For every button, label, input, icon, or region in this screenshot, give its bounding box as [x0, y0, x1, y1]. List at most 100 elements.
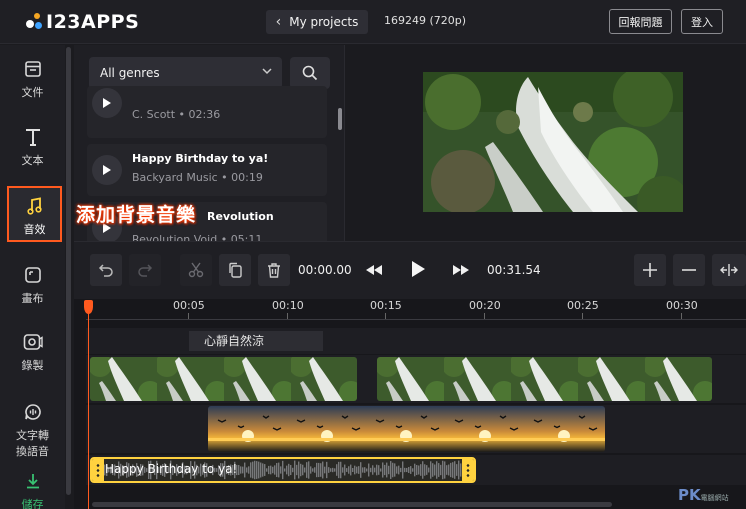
- waveform-bar: [382, 462, 384, 478]
- waveform-bar: [364, 467, 366, 473]
- playhead-handle[interactable]: [84, 300, 93, 314]
- fit-timeline-button[interactable]: [712, 254, 746, 286]
- play-track-button[interactable]: [92, 88, 122, 118]
- trim-handle-right[interactable]: [462, 459, 474, 481]
- waterfall-clip-2[interactable]: [377, 357, 712, 401]
- waveform-bar: [362, 467, 364, 473]
- play-button[interactable]: [406, 258, 430, 280]
- split-button[interactable]: [180, 254, 212, 286]
- waveform-bar: [284, 468, 286, 472]
- waveform-bar: [246, 467, 248, 473]
- scissors-icon: [188, 262, 204, 278]
- waveform-bar: [410, 466, 412, 474]
- app-logo[interactable]: I23APPS: [24, 10, 139, 34]
- sidebar-item-canvas[interactable]: 畫布: [0, 263, 65, 319]
- sidebar-item-audio[interactable]: 音效: [7, 186, 62, 242]
- music-note-icon: [23, 194, 47, 218]
- waveform-bar: [352, 467, 354, 473]
- waveform-bar: [380, 468, 382, 472]
- waveform-bar: [258, 461, 260, 479]
- waveform-bar: [340, 461, 342, 479]
- waveform-bar: [286, 465, 288, 475]
- waveform-bar: [404, 467, 406, 473]
- text-clip[interactable]: 心靜自然涼: [189, 331, 323, 351]
- waveform-bar: [368, 463, 370, 477]
- report-issue-button[interactable]: 回報問題: [609, 9, 672, 34]
- waveform-bar: [426, 465, 428, 475]
- ruler-label: 00:30: [666, 299, 698, 312]
- play-icon: [411, 261, 425, 277]
- waveform-bar: [304, 467, 306, 473]
- waveform-bar: [354, 465, 356, 475]
- waveform-bar: [400, 467, 402, 473]
- timeline-scrollbar[interactable]: [92, 502, 612, 507]
- zoom-in-button[interactable]: [634, 254, 666, 286]
- waveform-bar: [320, 463, 322, 477]
- waveform-bar: [324, 466, 326, 474]
- waveform-bar: [332, 467, 334, 473]
- sidebar-item-save[interactable]: 儲存: [0, 469, 65, 509]
- waveform-bar: [334, 468, 336, 472]
- waterfall-clip-1[interactable]: [90, 357, 357, 401]
- waveform-bar: [420, 464, 422, 476]
- waveform-bar: [406, 467, 408, 473]
- waveform-bar: [390, 461, 392, 479]
- waveform-bar: [282, 460, 284, 480]
- track-title: Happy Birthday to ya!: [132, 152, 269, 165]
- playhead-line: [88, 306, 89, 509]
- undo-button[interactable]: [90, 254, 122, 286]
- video-preview[interactable]: [423, 72, 683, 212]
- waveform-bar: [402, 461, 404, 479]
- ruler-label: 00:20: [469, 299, 501, 312]
- waveform-bar: [436, 461, 438, 479]
- top-bar: I23APPS ‹ My projects 169249 (720p) 回報問題…: [0, 0, 746, 44]
- waveform-bar: [296, 464, 298, 476]
- waveform-bar: [386, 462, 388, 478]
- waveform-bar: [270, 465, 272, 475]
- waveform-bar: [366, 468, 368, 472]
- waveform-bar: [280, 466, 282, 474]
- waveform-bar: [430, 461, 432, 479]
- track-list-scrollbar[interactable]: [338, 108, 342, 130]
- sidebar-item-files[interactable]: 文件: [0, 57, 65, 113]
- audio-clip[interactable]: Happy Birthday to ya!: [90, 457, 476, 483]
- my-projects-button[interactable]: ‹ My projects: [266, 10, 368, 34]
- sidebar-item-tts[interactable]: 文字轉 換語音: [0, 400, 65, 462]
- waveform-bar: [292, 467, 294, 473]
- waveform-bar: [336, 464, 338, 476]
- annotation-label: 添加背景音樂: [76, 204, 197, 226]
- ruler-line: [86, 319, 746, 320]
- waveform-bar: [384, 464, 386, 476]
- waveform-bar: [242, 466, 244, 474]
- rewind-button[interactable]: [362, 259, 386, 281]
- waveform-bar: [448, 464, 450, 476]
- delete-button[interactable]: [258, 254, 290, 286]
- zoom-out-button[interactable]: [673, 254, 705, 286]
- sidebar-item-text[interactable]: 文本: [0, 125, 65, 181]
- sidebar-item-record[interactable]: 錄製: [0, 330, 65, 386]
- chevron-down-icon: [262, 65, 272, 78]
- waveform-bar: [412, 468, 414, 472]
- trim-handle-left[interactable]: [92, 459, 104, 481]
- sidebar-scrollbar[interactable]: [66, 47, 71, 495]
- waveform-bar: [266, 468, 268, 472]
- play-track-button[interactable]: [92, 155, 122, 185]
- genre-select[interactable]: All genres: [89, 57, 282, 89]
- waveform-bar: [428, 467, 430, 473]
- waveform-bar: [294, 460, 296, 480]
- sunset-clip[interactable]: [208, 406, 605, 452]
- waveform-bar: [442, 460, 444, 480]
- waveform-bar: [262, 463, 264, 477]
- waveform-bar: [408, 467, 410, 473]
- list-item[interactable]: C. Scott • 02:36: [87, 86, 327, 138]
- list-item[interactable]: Happy Birthday to ya! Backyard Music • 0…: [87, 144, 327, 196]
- sidebar-item-label: 文字轉: [16, 429, 49, 442]
- login-button[interactable]: 登入: [681, 9, 723, 34]
- fast-forward-button[interactable]: [449, 259, 473, 281]
- search-button[interactable]: [290, 57, 330, 89]
- sidebar-item-label: 文本: [21, 154, 44, 167]
- text-icon: [21, 125, 45, 149]
- redo-button[interactable]: [129, 254, 161, 286]
- duplicate-button[interactable]: [219, 254, 251, 286]
- logo-text: I23APPS: [46, 11, 140, 33]
